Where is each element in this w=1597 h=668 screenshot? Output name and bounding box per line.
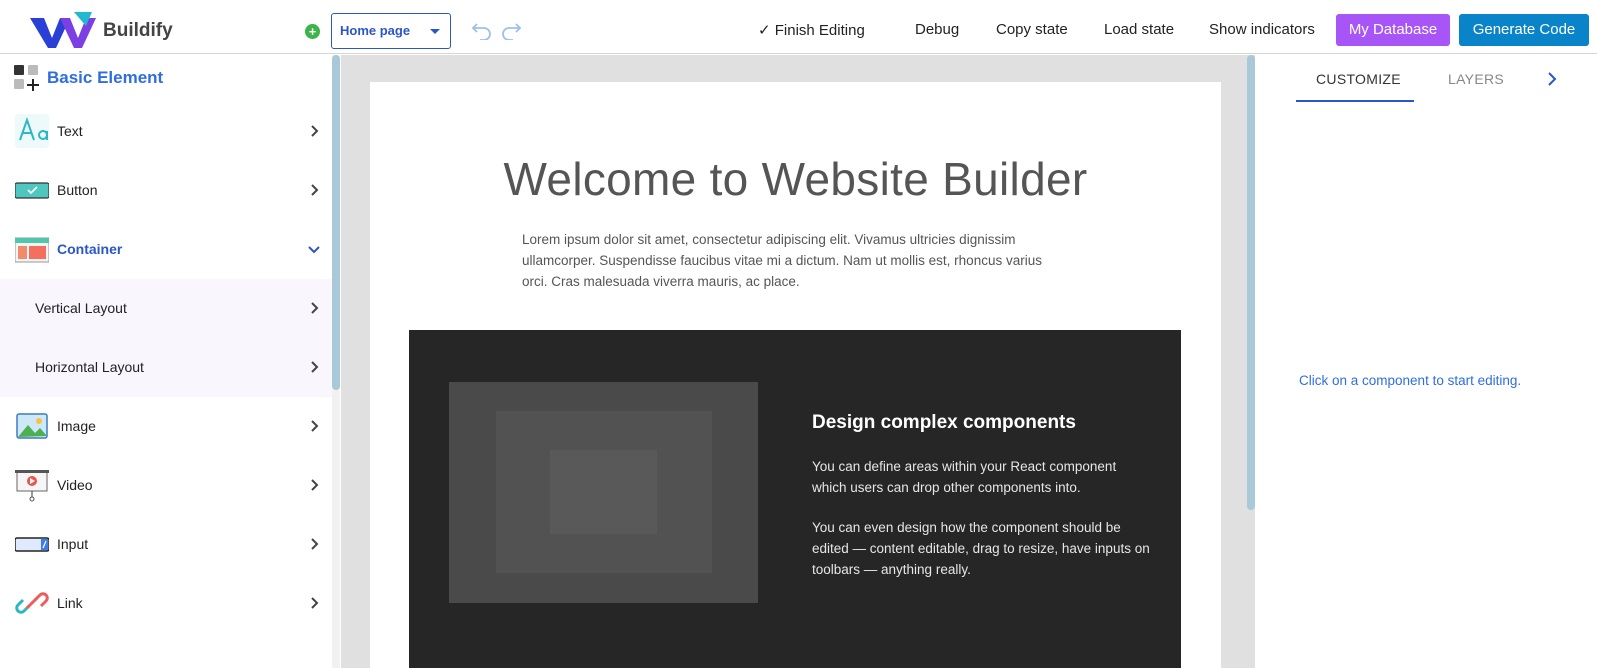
chevron-right-icon [311, 479, 319, 491]
page-selector-value: Home page [340, 23, 411, 38]
sidebar-item-label: Text [57, 123, 83, 139]
container-icon [15, 237, 49, 263]
text-icon [15, 114, 49, 148]
sidebar-item-label: Link [57, 595, 83, 611]
panel-empty-hint: Click on a component to start editing. [1299, 373, 1522, 388]
canvas-scrollbar[interactable] [1247, 55, 1255, 510]
button-icon [15, 182, 49, 199]
element-sidebar: Basic Element Text Button Container Vert… [0, 55, 341, 668]
load-state-button[interactable]: Load state [1104, 21, 1174, 38]
sidebar-item-label: Video [57, 477, 93, 493]
page-selector[interactable]: Home page [331, 13, 451, 49]
chevron-right-icon [311, 597, 319, 609]
brand-name: Buildify [103, 20, 173, 41]
chevron-right-icon [311, 302, 319, 314]
top-toolbar: Buildify + Home page ✓ Finish Editing De… [0, 0, 1597, 54]
show-indicators-button[interactable]: Show indicators [1209, 21, 1315, 38]
debug-button[interactable]: Debug [915, 21, 959, 38]
hero-text[interactable]: Lorem ipsum dolor sit amet, consectetur … [522, 229, 1062, 292]
sidebar-item-button[interactable]: Button [0, 161, 332, 220]
chevron-right-icon [311, 538, 319, 550]
feature-image-layer [496, 411, 712, 573]
feature-paragraph-2[interactable]: You can even design how the component sh… [812, 517, 1152, 580]
buildify-logo-icon [30, 12, 96, 48]
sidebar-item-label: Image [57, 418, 96, 434]
feature-image-core [550, 450, 657, 534]
chevron-right-icon [311, 184, 319, 196]
sidebar-item-label: Horizontal Layout [35, 359, 144, 375]
sidebar-item-text[interactable]: Text [0, 102, 332, 161]
my-database-button[interactable]: My Database [1336, 14, 1450, 46]
sidebar-scrollbar[interactable] [332, 55, 340, 390]
sidebar-item-image[interactable]: Image [0, 397, 332, 456]
chevron-right-icon [311, 361, 319, 373]
sidebar-header: Basic Element [14, 63, 334, 93]
chevron-right-icon [311, 420, 319, 432]
sidebar-item-label: Input [57, 536, 89, 552]
input-icon [15, 537, 49, 552]
tab-layers[interactable]: LAYERS [1448, 71, 1504, 87]
video-icon [15, 470, 49, 502]
feature-title[interactable]: Design complex components [812, 412, 1076, 434]
tab-customize[interactable]: CUSTOMIZE [1316, 71, 1401, 87]
properties-panel: CUSTOMIZE LAYERS Click on a component to… [1255, 55, 1597, 668]
generate-code-button[interactable]: Generate Code [1459, 14, 1589, 46]
sidebar-item-link[interactable]: Link [0, 574, 332, 633]
sidebar-item-label: Container [57, 241, 123, 257]
image-icon [16, 413, 48, 439]
sidebar-item-label: Vertical Layout [35, 300, 127, 316]
chevron-down-icon [430, 29, 440, 34]
check-icon: ✓ [758, 22, 771, 39]
add-page-icon[interactable]: + [305, 24, 320, 39]
sidebar-item-video[interactable]: Video [0, 456, 332, 515]
add-element-icon [14, 65, 39, 91]
sidebar-item-input[interactable]: Input [0, 515, 332, 574]
undo-icon[interactable] [471, 20, 493, 40]
finish-editing-button[interactable]: ✓ Finish Editing [758, 21, 865, 39]
sidebar-title: Basic Element [47, 68, 164, 87]
sidebar-item-vertical-layout[interactable]: Vertical Layout [0, 279, 332, 338]
chevron-right-icon [311, 125, 319, 137]
sidebar-item-horizontal-layout[interactable]: Horizontal Layout [0, 338, 332, 397]
sidebar-item-container[interactable]: Container [0, 220, 332, 279]
feature-paragraph-1[interactable]: You can define areas within your React c… [812, 456, 1152, 498]
chevron-down-icon [308, 246, 320, 254]
hero-title[interactable]: Welcome to Website Builder [370, 152, 1221, 206]
copy-state-button[interactable]: Copy state [996, 21, 1068, 38]
feature-image-placeholder[interactable] [449, 382, 758, 603]
sidebar-item-label: Button [57, 182, 98, 198]
redo-icon[interactable] [500, 20, 522, 40]
active-tab-indicator [1296, 100, 1414, 102]
feature-section[interactable]: Design complex components You can define… [409, 330, 1181, 668]
chevron-right-icon[interactable] [1546, 72, 1558, 86]
link-icon [15, 592, 49, 614]
